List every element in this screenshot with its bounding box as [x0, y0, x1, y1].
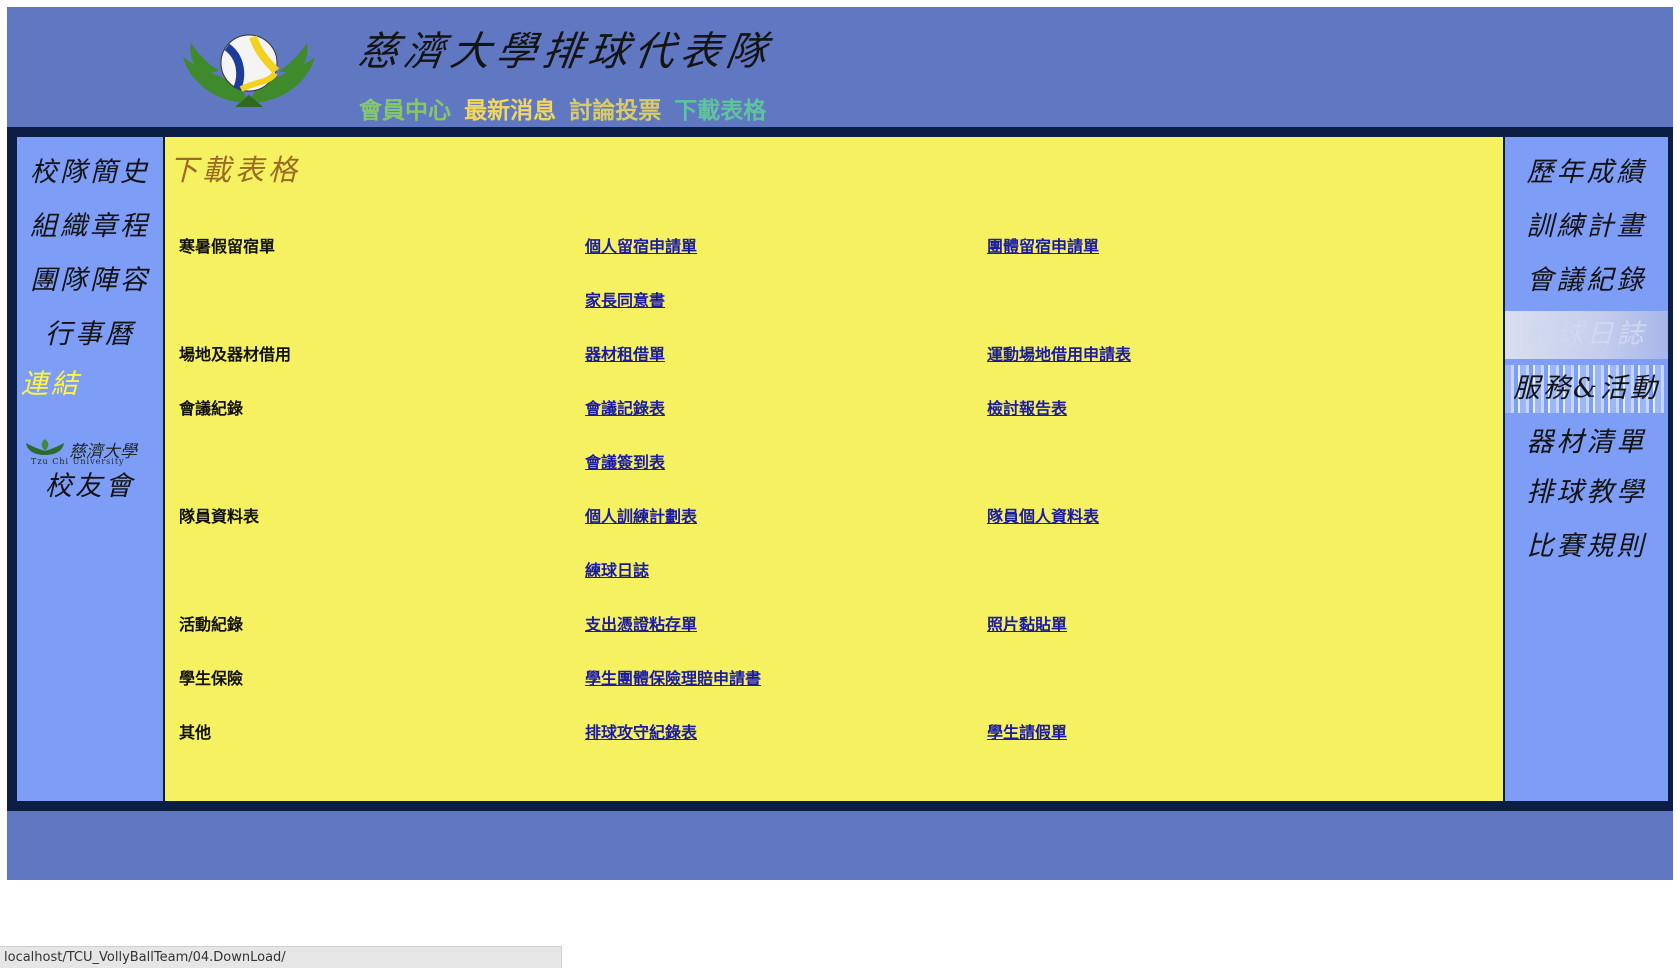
row-category: 其他: [179, 723, 212, 742]
form-link[interactable]: 個人留宿申請單: [585, 233, 697, 257]
main-content: 下載表格 寒暑假留宿單 個人留宿申請單 團體留宿申請單 家長同意書 場地及器材借…: [165, 137, 1503, 801]
right-menu-game-rules[interactable]: 比賽規則: [1505, 523, 1668, 571]
row-category: 場地及器材借用: [179, 345, 292, 364]
form-link[interactable]: 支出憑證粘存單: [585, 611, 697, 635]
left-menu-team-roster[interactable]: 團隊陣容: [17, 257, 163, 305]
form-link[interactable]: 會議簽到表: [585, 449, 665, 473]
nav-latest-news[interactable]: 最新消息: [464, 98, 556, 124]
row-category: 寒暑假留宿單: [179, 237, 276, 256]
form-link[interactable]: 運動場地借用申請表: [987, 341, 1131, 365]
right-menu-meeting-records[interactable]: 會議紀錄: [1505, 257, 1668, 305]
form-link[interactable]: 家長同意書: [585, 287, 665, 311]
table-row: 其他 排球攻守紀錄表 學生請假單: [165, 719, 1503, 749]
table-row: 學生保險 學生團體保險理賠申請書: [165, 665, 1503, 695]
row-category: 會議紀錄: [179, 399, 244, 418]
table-row: 練球日誌: [165, 557, 1503, 587]
right-menu-annual-results[interactable]: 歷年成績: [1505, 149, 1668, 197]
form-link[interactable]: 個人訓練計劃表: [585, 503, 697, 527]
right-menu-service-activities[interactable]: 服務&活動: [1505, 365, 1668, 413]
left-menu-constitution[interactable]: 組織章程: [17, 203, 163, 251]
form-link[interactable]: 照片黏貼單: [987, 611, 1067, 635]
row-category: 隊員資料表: [179, 507, 260, 526]
form-link[interactable]: 會議記錄表: [585, 395, 665, 419]
nav-member-center[interactable]: 會員中心: [359, 98, 451, 124]
table-row: 隊員資料表 個人訓練計劃表 隊員個人資料表: [165, 503, 1503, 533]
left-menu-calendar[interactable]: 行事曆: [17, 311, 163, 359]
form-link[interactable]: 排球攻守紀錄表: [585, 719, 697, 743]
site-title: 慈濟大學排球代表隊: [355, 29, 776, 75]
right-sidebar: 歷年成績 訓練計畫 會議紀錄 練球日誌 服務&活動 器材清單 排球教學 比賽規則: [1505, 137, 1668, 801]
form-link[interactable]: 檢討報告表: [987, 395, 1067, 419]
right-menu-volleyball-teaching[interactable]: 排球教學: [1505, 469, 1668, 517]
left-sidebar: 校隊簡史 組織章程 團隊陣容 行事曆 連結 慈濟大學 Tzu Chi Unive…: [17, 137, 163, 801]
form-link[interactable]: 器材租借單: [585, 341, 665, 365]
form-link[interactable]: 隊員個人資料表: [987, 503, 1099, 527]
right-menu-practice-log[interactable]: 練球日誌: [1505, 311, 1668, 359]
page-frame: 慈濟大學排球代表隊 會員中心 最新消息 討論投票 下載表格 校隊簡史 組織章程 …: [7, 7, 1673, 880]
form-link[interactable]: 練球日誌: [585, 557, 649, 581]
top-navigation: 會員中心 最新消息 討論投票 下載表格: [359, 91, 774, 125]
left-menu-links[interactable]: 連結: [17, 361, 167, 409]
row-category: 活動紀錄: [179, 615, 244, 634]
page-heading: 下載表格: [169, 153, 302, 187]
lotus-icon: [26, 439, 64, 455]
form-link[interactable]: 學生團體保險理賠申請書: [585, 665, 761, 689]
volleyball-team-logo: [183, 34, 315, 107]
right-menu-equipment-list[interactable]: 器材清單: [1505, 419, 1668, 467]
table-row: 會議簽到表: [165, 449, 1503, 479]
left-menu-alumni[interactable]: 校友會: [17, 463, 163, 511]
form-link[interactable]: 團體留宿申請單: [987, 233, 1099, 257]
table-row: 家長同意書: [165, 287, 1503, 317]
nav-discussion-vote[interactable]: 討論投票: [569, 98, 661, 124]
nav-download-forms[interactable]: 下載表格: [674, 98, 766, 124]
left-menu-team-history[interactable]: 校隊簡史: [17, 149, 163, 197]
table-row: 寒暑假留宿單 個人留宿申請單 團體留宿申請單: [165, 233, 1503, 263]
site-header: 慈濟大學排球代表隊 會員中心 最新消息 討論投票 下載表格: [7, 7, 1673, 127]
row-category: 學生保險: [179, 669, 244, 688]
form-link[interactable]: 學生請假單: [987, 719, 1067, 743]
table-row: 場地及器材借用 器材租借單 運動場地借用申請表: [165, 341, 1503, 371]
right-menu-training-plan[interactable]: 訓練計畫: [1505, 203, 1668, 251]
table-row: 會議紀錄 會議記錄表 檢討報告表: [165, 395, 1503, 425]
table-row: 活動紀錄 支出憑證粘存單 照片黏貼單: [165, 611, 1503, 641]
